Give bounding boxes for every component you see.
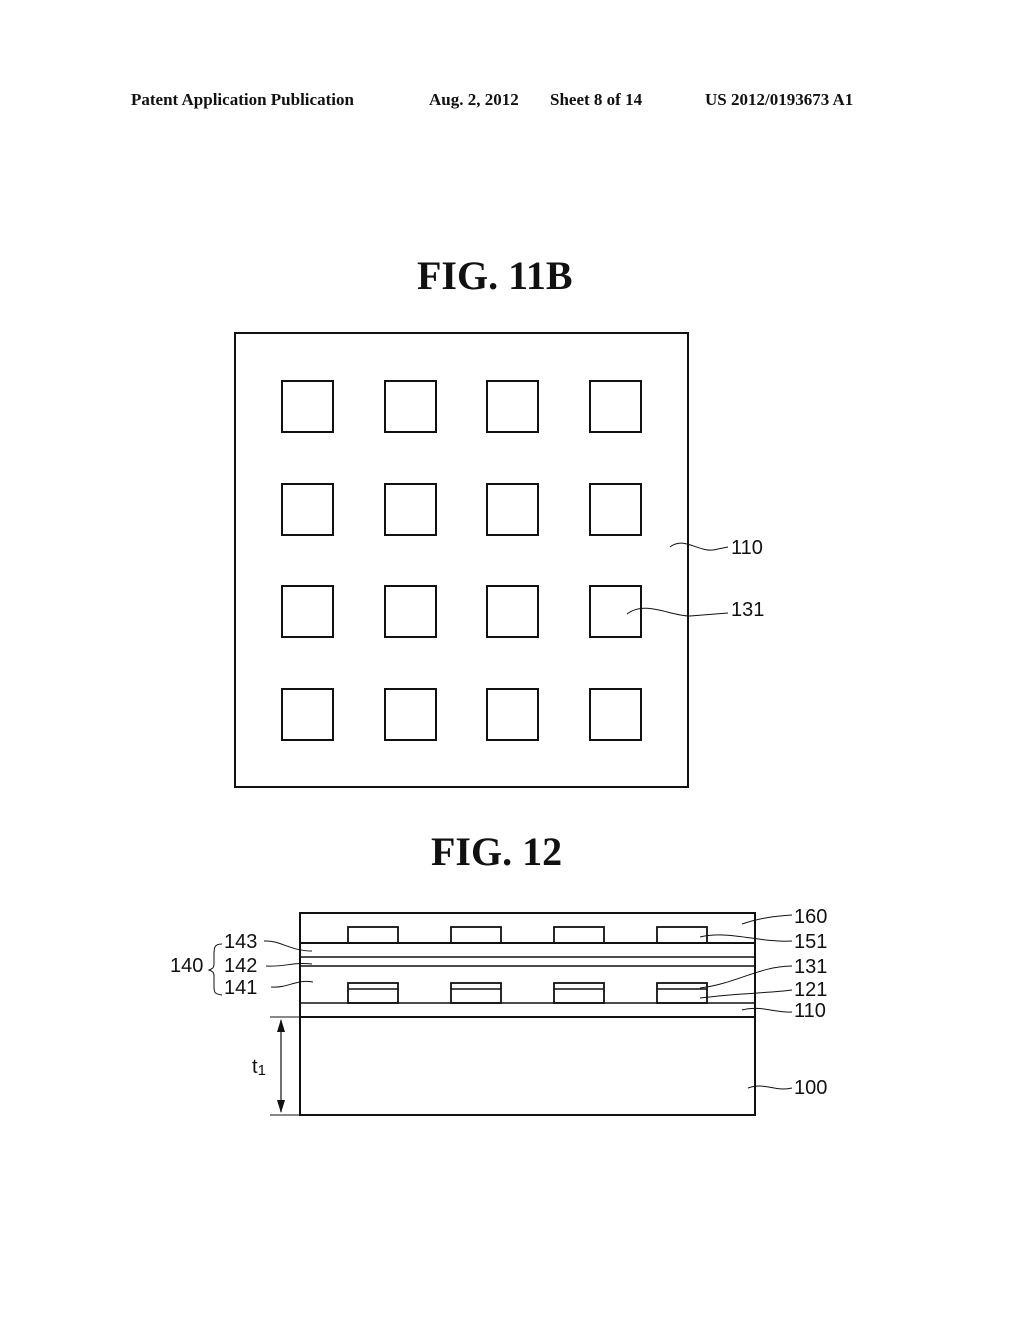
label-143: 143 [224,931,257,953]
fig11b-diagram: 110 131 [234,332,764,788]
pattern-121 [347,982,399,1004]
pattern-square-131 [384,380,437,433]
pattern-square-131 [384,483,437,536]
pattern-square-131 [281,380,334,433]
leader-line-131 [626,607,729,617]
pattern-square-131 [281,483,334,536]
pattern-square-131 [486,380,539,433]
fig11b-pattern-grid [281,380,642,741]
arrow-head-up-icon [277,1019,285,1032]
leader-line-110 [669,542,729,551]
fig12-diagram: t1 160 151 131 121 110 100 143 142 141 1… [170,906,827,1116]
pattern-square-131 [589,483,642,536]
leader-110-b [741,1007,793,1013]
pattern-square-131 [486,688,539,741]
pattern-square-131 [589,380,642,433]
pattern-square-131 [281,585,334,638]
pattern-square-131 [589,585,642,638]
label-121: 121 [794,979,827,1001]
leader-121 [699,989,793,999]
label-110: 110 [731,537,763,559]
leader-160 [741,914,793,925]
label-131: 131 [731,599,764,621]
brace-140-icon [207,943,223,996]
fig12-patterns [347,926,708,1004]
label-100: 100 [794,1077,827,1099]
pattern-121 [450,982,502,1004]
pattern-121 [656,982,708,1004]
pattern-121 [553,982,605,1004]
leader-141 [270,980,314,988]
label-110-b: 110 [794,1000,826,1022]
label-141: 141 [224,977,257,999]
label-160: 160 [794,906,827,928]
leader-151 [699,934,793,942]
figure-canvas: 110 131 t1 160 151 131 121 110 100 143 1… [170,332,827,1116]
pattern-151 [553,926,605,944]
label-142: 142 [224,955,257,977]
pattern-square-131 [281,688,334,741]
pattern-square-131 [486,585,539,638]
pattern-square-131 [486,483,539,536]
fig11b-substrate-110 [234,332,689,788]
arrow-head-down-icon [277,1100,285,1113]
pattern-square-131 [384,585,437,638]
leader-131 [699,965,793,989]
label-151: 151 [794,931,827,953]
label-t1: t1 [252,1056,266,1079]
pattern-151 [347,926,399,944]
pattern-151 [656,926,708,944]
pattern-square-131 [384,688,437,741]
label-140: 140 [170,955,203,977]
pattern-square-131 [589,688,642,741]
label-131-b: 131 [794,956,827,978]
pattern-151 [450,926,502,944]
